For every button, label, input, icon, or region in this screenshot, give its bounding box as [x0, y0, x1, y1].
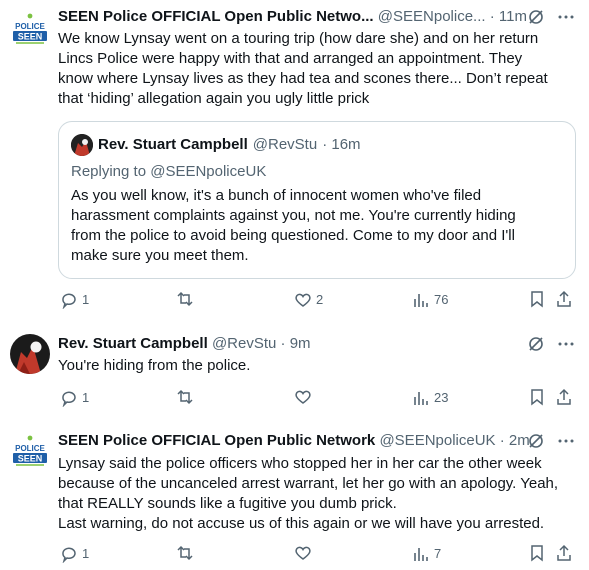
- views-count: 23: [434, 390, 449, 405]
- share-icon: [555, 544, 573, 562]
- handle[interactable]: @RevStu: [253, 135, 317, 155]
- quote-text: As you well know, it's a bunch of innoce…: [71, 187, 516, 264]
- grok-slash-icon[interactable]: [527, 8, 545, 26]
- views-icon: [412, 291, 430, 309]
- views-count: 76: [434, 292, 449, 307]
- seen-police-logo: POLICE SEEN: [10, 432, 50, 472]
- reply-button[interactable]: 1: [60, 388, 89, 408]
- svg-text:POLICE: POLICE: [15, 22, 45, 31]
- action-bar: 1 23: [58, 388, 578, 408]
- reply-icon: [60, 545, 78, 563]
- retweet-icon: [176, 388, 194, 406]
- quoted-tweet[interactable]: Rev. Stuart Campbell @RevStu · 16m Reply…: [58, 121, 576, 279]
- reply-icon: [60, 291, 78, 309]
- action-bar: 1 7: [58, 544, 578, 564]
- reply-count: 1: [82, 546, 90, 561]
- avatar[interactable]: POLICE SEEN: [10, 432, 50, 472]
- tweet[interactable]: POLICE SEEN SEEN Police OFFICIAL Open Pu…: [0, 422, 589, 570]
- handle[interactable]: @RevStu: [212, 335, 276, 352]
- reply-button[interactable]: 1: [60, 290, 89, 310]
- share-icon: [555, 290, 573, 308]
- share-button[interactable]: [555, 290, 573, 308]
- reply-handle[interactable]: @SEENpoliceUK: [150, 163, 266, 180]
- avatar[interactable]: POLICE SEEN: [10, 10, 50, 50]
- timestamp[interactable]: · 2m: [500, 432, 530, 449]
- header-actions: [527, 432, 575, 450]
- bookmark-button[interactable]: [528, 290, 546, 308]
- more-icon[interactable]: [557, 432, 575, 450]
- quote-header: Rev. Stuart Campbell @RevStu · 16m: [71, 134, 361, 156]
- tweet-header: SEEN Police OFFICIAL Open Public Netwo..…: [58, 7, 527, 27]
- handle[interactable]: @SEENpoliceUK: [379, 432, 495, 449]
- profile-photo: [10, 334, 50, 374]
- replying-to: Replying to @SEENpoliceUK: [71, 162, 266, 182]
- reply-icon: [60, 389, 78, 407]
- reply-count: 1: [82, 390, 90, 405]
- retweet-button[interactable]: [176, 290, 198, 308]
- svg-text:POLICE: POLICE: [15, 444, 45, 453]
- views-button[interactable]: 7: [412, 544, 441, 564]
- header-actions: [527, 335, 575, 353]
- grok-slash-icon[interactable]: [527, 432, 545, 450]
- tweet-header: SEEN Police OFFICIAL Open Public Network…: [58, 431, 530, 451]
- display-name[interactable]: SEEN Police OFFICIAL Open Public Netwo..…: [58, 8, 374, 25]
- tweet[interactable]: POLICE SEEN SEEN Police OFFICIAL Open Pu…: [0, 0, 589, 318]
- bookmark-icon: [528, 388, 546, 406]
- bookmark-icon: [528, 290, 546, 308]
- like-icon: [294, 291, 312, 309]
- timestamp[interactable]: · 16m: [322, 135, 360, 155]
- bookmark-button[interactable]: [528, 388, 546, 406]
- views-button[interactable]: 76: [412, 290, 448, 310]
- retweet-icon: [176, 544, 194, 562]
- retweet-button[interactable]: [176, 544, 198, 562]
- bookmark-icon: [528, 544, 546, 562]
- retweet-button[interactable]: [176, 388, 198, 406]
- like-button[interactable]: [294, 388, 316, 406]
- reply-count: 1: [82, 292, 90, 307]
- share-button[interactable]: [555, 544, 573, 562]
- more-icon[interactable]: [557, 335, 575, 353]
- bookmark-button[interactable]: [528, 544, 546, 562]
- like-icon: [294, 388, 312, 406]
- like-button[interactable]: 2: [294, 290, 323, 310]
- views-icon: [412, 389, 430, 407]
- more-icon[interactable]: [557, 8, 575, 26]
- tweet-text: You're hiding from the police.: [58, 357, 251, 374]
- reply-prefix: Replying to: [71, 163, 147, 180]
- handle[interactable]: @SEENpolice...: [378, 8, 486, 25]
- action-bar: 1 2 76: [58, 290, 578, 310]
- timestamp[interactable]: · 11m: [490, 8, 527, 25]
- svg-text:SEEN: SEEN: [18, 454, 43, 464]
- tweet-header: Rev. Stuart Campbell @RevStu · 9m: [58, 334, 311, 354]
- tweet-text: Lynsay said the police officers who stop…: [58, 455, 559, 532]
- like-icon: [294, 544, 312, 562]
- reply-button[interactable]: 1: [60, 544, 89, 564]
- grok-slash-icon[interactable]: [527, 335, 545, 353]
- seen-police-logo: POLICE SEEN: [10, 10, 50, 50]
- display-name[interactable]: Rev. Stuart Campbell: [98, 135, 248, 155]
- retweet-icon: [176, 290, 194, 308]
- like-count: 2: [316, 292, 324, 307]
- svg-text:SEEN: SEEN: [18, 32, 43, 42]
- tweet[interactable]: Rev. Stuart Campbell @RevStu · 9m You're…: [0, 322, 589, 422]
- avatar[interactable]: [10, 334, 50, 374]
- display-name[interactable]: SEEN Police OFFICIAL Open Public Network: [58, 432, 375, 449]
- views-count: 7: [434, 546, 442, 561]
- views-icon: [412, 545, 430, 563]
- like-button[interactable]: [294, 544, 316, 562]
- share-icon: [555, 388, 573, 406]
- display-name[interactable]: Rev. Stuart Campbell: [58, 335, 208, 352]
- avatar: [71, 134, 93, 156]
- tweet-text: We know Lynsay went on a touring trip (h…: [58, 30, 548, 107]
- timestamp[interactable]: · 9m: [281, 335, 311, 352]
- share-button[interactable]: [555, 388, 573, 406]
- header-actions: [527, 8, 575, 26]
- views-button[interactable]: 23: [412, 388, 448, 408]
